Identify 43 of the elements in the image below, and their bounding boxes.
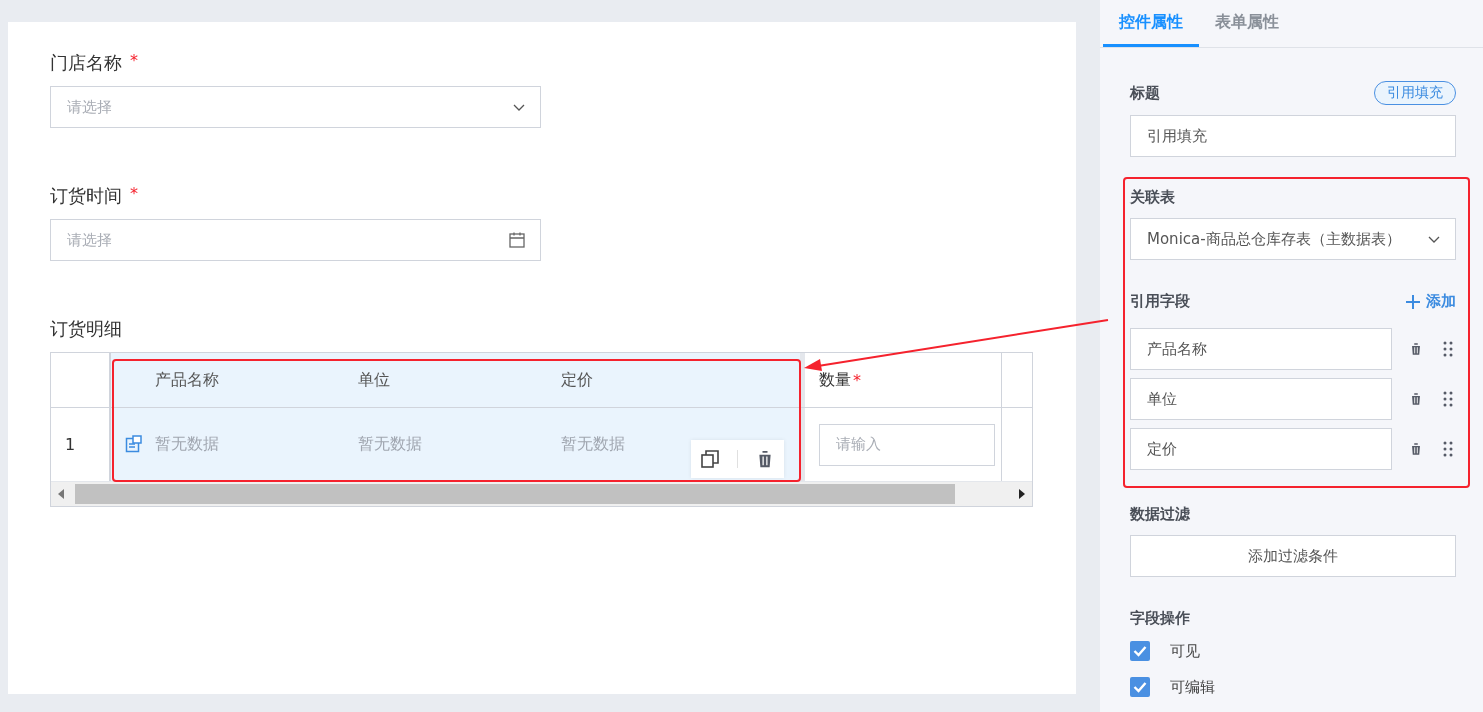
required-mark: * xyxy=(130,184,138,205)
scroll-right-icon[interactable] xyxy=(1019,489,1025,499)
drag-icon xyxy=(1443,441,1453,457)
checkbox-label: 可编辑 xyxy=(1170,677,1215,697)
column-header: 产品名称 xyxy=(155,369,219,389)
field-input[interactable]: 定价 xyxy=(1130,428,1392,470)
field-input[interactable]: 单位 xyxy=(1130,378,1392,420)
property-label: 标题 xyxy=(1130,83,1160,103)
add-filter-button[interactable]: 添加过滤条件 xyxy=(1130,535,1456,577)
table-select[interactable]: Monica-商品总仓库存表（主数据表） xyxy=(1130,218,1456,260)
table-cell: 暂无数据 xyxy=(561,434,625,453)
column-header: 单位 xyxy=(358,369,390,389)
checkbox[interactable] xyxy=(1130,641,1150,661)
scroll-left-icon[interactable] xyxy=(58,489,64,499)
field-input[interactable]: 产品名称 xyxy=(1130,328,1392,370)
trash-icon xyxy=(1409,392,1423,406)
required-mark: * xyxy=(853,370,861,390)
column-header: 定价 xyxy=(561,369,593,389)
property-label: 数据过滤 xyxy=(1130,505,1190,524)
horizontal-scrollbar[interactable] xyxy=(51,481,1032,506)
title-input[interactable]: 引用填充 xyxy=(1130,115,1456,157)
form-icon xyxy=(125,435,143,453)
property-label: 关联表 xyxy=(1130,188,1175,207)
calendar-icon xyxy=(508,231,526,249)
table-cell: 暂无数据 xyxy=(358,434,422,453)
drag-icon xyxy=(1443,341,1453,357)
drag-icon xyxy=(1443,391,1453,407)
trash-icon xyxy=(1409,342,1423,356)
property-label: 字段操作 xyxy=(1130,609,1190,628)
plus-icon xyxy=(1406,294,1420,309)
trash-icon xyxy=(1409,442,1423,456)
checkbox-label: 可见 xyxy=(1170,641,1200,661)
section-label: 订货明细 xyxy=(50,317,123,341)
checkbox[interactable] xyxy=(1130,677,1150,697)
property-label: 引用字段 xyxy=(1130,292,1190,311)
copy-icon xyxy=(700,449,721,469)
row-number: 1 xyxy=(65,435,76,454)
required-mark: * xyxy=(130,51,138,72)
type-badge: 引用填充 xyxy=(1374,81,1456,105)
field-label: 订货时间 xyxy=(50,184,122,208)
table-cell: 暂无数据 xyxy=(155,434,219,453)
field-label: 门店名称 xyxy=(50,51,122,75)
column-header: 数量 xyxy=(819,369,851,391)
